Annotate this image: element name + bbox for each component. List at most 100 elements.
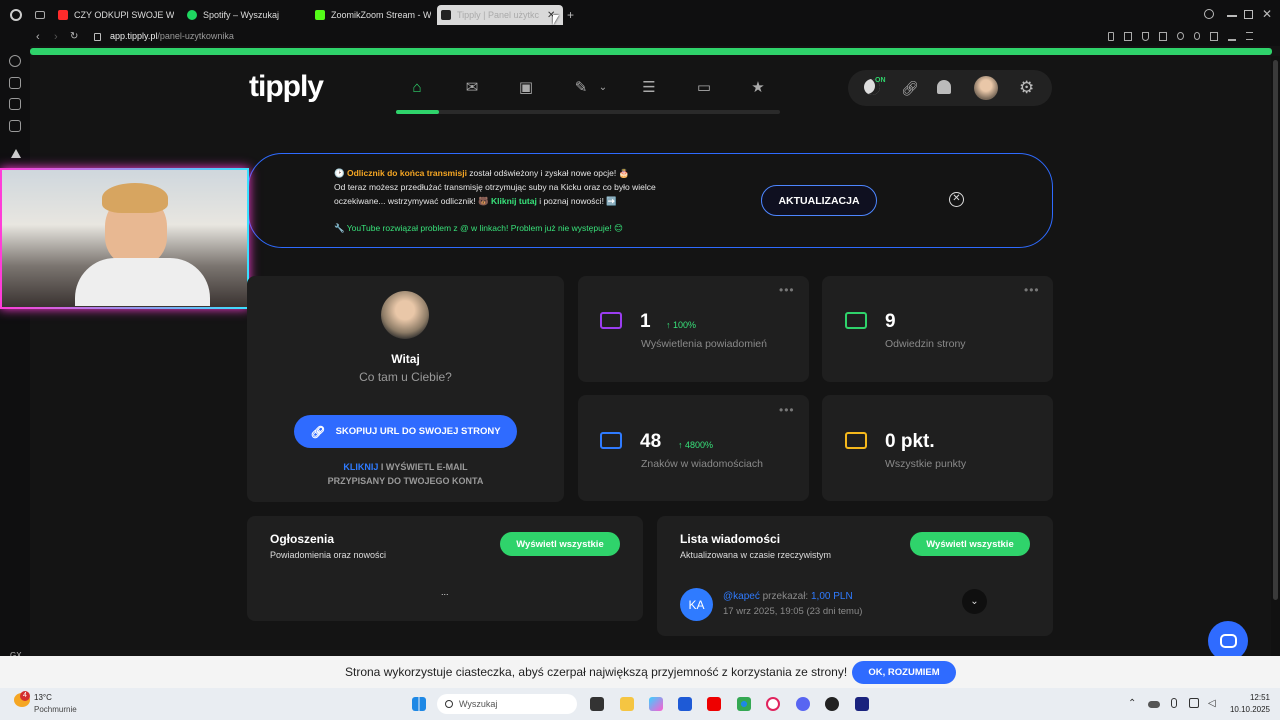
onedrive-icon[interactable] bbox=[1148, 701, 1160, 708]
chat-icon bbox=[845, 312, 867, 329]
browser-sidebar: GX ··· bbox=[0, 46, 30, 688]
banner-line-1-text: został odświeżony i zyskał nowe opcje! 🎂 bbox=[466, 168, 630, 178]
more-options-icon[interactable]: ••• bbox=[779, 403, 795, 417]
cookie-accept-button[interactable]: OK, ROZUMIEM bbox=[852, 661, 956, 684]
network-icon[interactable] bbox=[1189, 698, 1199, 708]
mic-icon[interactable] bbox=[1171, 698, 1177, 708]
stat-value: 9 bbox=[885, 311, 896, 332]
weather-desc: Pochmurnie bbox=[34, 705, 77, 714]
url-host: app.tipply.pl bbox=[110, 31, 158, 41]
banner-link[interactable]: Kliknij tutaj bbox=[491, 196, 537, 206]
chevron-down-icon[interactable]: ⌄ bbox=[594, 80, 612, 96]
tipply-logo[interactable]: tipply bbox=[249, 70, 324, 104]
close-window-icon[interactable]: ✕ bbox=[1262, 7, 1272, 21]
stat-delta: ↑ 4800% bbox=[678, 440, 714, 450]
more-options-icon[interactable]: ••• bbox=[1024, 283, 1040, 297]
archive-icon[interactable]: ▣ bbox=[517, 80, 535, 96]
windows-start-icon[interactable] bbox=[412, 697, 426, 711]
explorer-icon[interactable] bbox=[620, 697, 634, 711]
new-tab-icon[interactable]: + bbox=[567, 8, 574, 22]
banner-line-3-end: i poznaj nowości! ➡️ bbox=[536, 196, 617, 206]
toggle-on-label: ON bbox=[875, 77, 886, 84]
stat-delta: ↑ 100% bbox=[666, 320, 697, 330]
tab-label: ZoomikZoom Stream - W bbox=[331, 10, 431, 20]
history-icon[interactable] bbox=[9, 55, 21, 67]
shield-icon[interactable] bbox=[1141, 32, 1149, 41]
stat-value: 48 bbox=[640, 431, 662, 452]
minimize-icon[interactable] bbox=[1227, 15, 1237, 17]
tab-spotify[interactable]: Spotify – Wyszukaj bbox=[183, 5, 303, 25]
music-icon[interactable] bbox=[9, 120, 21, 132]
window-icon[interactable]: ▭ bbox=[695, 80, 713, 96]
download-icon[interactable] bbox=[1228, 32, 1236, 41]
volume-icon[interactable]: ◁ bbox=[1208, 698, 1216, 709]
clock-date[interactable]: 10.10.2025 bbox=[1226, 705, 1270, 714]
show-all-messages-button[interactable]: Wyświetl wszystkie bbox=[910, 532, 1030, 556]
store-icon[interactable] bbox=[678, 697, 692, 711]
app-icon[interactable] bbox=[855, 697, 869, 711]
heart-icon[interactable] bbox=[1193, 32, 1201, 40]
copy-url-button[interactable]: 🔗︎ SKOPIUJ URL DO SWOJEJ STRONY bbox=[294, 415, 517, 448]
youtube-music-icon[interactable] bbox=[707, 697, 721, 711]
pinboard-icon[interactable] bbox=[9, 77, 21, 89]
discord-icon[interactable] bbox=[796, 697, 810, 711]
tray-chevron-icon[interactable]: ⌃ bbox=[1128, 698, 1136, 709]
extension-icons[interactable] bbox=[1108, 32, 1254, 43]
url-field[interactable]: app.tipply.pl/panel-uzytkownika bbox=[110, 31, 234, 41]
banner-line-3-text: oczekiwane... wstrzymywać odlicznik! 🐻 bbox=[334, 196, 489, 206]
tab-label: CZY ODKUPI SWOJE WIN bbox=[74, 10, 174, 20]
opera-gx-icon[interactable] bbox=[766, 697, 780, 711]
email-hint-link[interactable]: KLIKNIJ bbox=[343, 462, 378, 472]
chrome-icon[interactable] bbox=[737, 697, 751, 711]
tab-tipply[interactable]: Tipply | Panel użytkc bbox=[437, 5, 563, 25]
pin-icon[interactable] bbox=[1108, 32, 1115, 41]
expand-message-button[interactable]: ⌄ bbox=[962, 589, 987, 614]
maximize-icon[interactable] bbox=[1244, 10, 1253, 19]
taskbar-search[interactable]: Wyszukaj bbox=[437, 694, 577, 714]
gear-icon[interactable]: ⚙ bbox=[1019, 78, 1034, 98]
menu-icon[interactable] bbox=[1245, 32, 1254, 40]
layers-icon[interactable]: ☰ bbox=[640, 80, 658, 96]
mouse-cursor bbox=[553, 15, 559, 25]
tab-label: Spotify – Wyszukaj bbox=[203, 10, 279, 20]
warning-icon[interactable] bbox=[11, 149, 21, 158]
show-all-announcements-button[interactable]: Wyświetl wszystkie bbox=[500, 532, 620, 556]
tipply-icon bbox=[441, 10, 451, 20]
weather-badge: 4 bbox=[20, 691, 30, 701]
forward-icon[interactable]: › bbox=[54, 31, 58, 43]
inbox-icon[interactable]: ✉ bbox=[463, 80, 481, 96]
scrollbar-thumb[interactable] bbox=[1273, 60, 1278, 600]
avatar[interactable] bbox=[974, 76, 998, 100]
edit-icon[interactable]: ✎ bbox=[572, 80, 590, 96]
task-view-icon[interactable] bbox=[590, 697, 604, 711]
more-options-icon[interactable]: ••• bbox=[779, 283, 795, 297]
flow-icon[interactable] bbox=[1176, 32, 1184, 40]
snapshot-icon[interactable] bbox=[1124, 32, 1132, 41]
banner-line-2: Od teraz możesz przedłużać transmisję ot… bbox=[334, 182, 656, 192]
gaming-icon[interactable] bbox=[9, 98, 21, 110]
link-icon[interactable]: 🔗︎ bbox=[901, 80, 919, 97]
bell-icon[interactable] bbox=[937, 80, 951, 94]
webcam-hair bbox=[102, 183, 168, 213]
back-icon[interactable]: ‹ bbox=[36, 31, 40, 43]
obs-icon[interactable] bbox=[825, 697, 839, 711]
close-banner-icon[interactable]: ✕ bbox=[949, 192, 964, 207]
message-user[interactable]: @kapeć bbox=[723, 591, 760, 602]
update-button[interactable]: AKTUALIZACJA bbox=[761, 185, 877, 216]
tab-menu-icon[interactable] bbox=[35, 11, 45, 19]
support-chat-button[interactable] bbox=[1208, 621, 1248, 661]
tab-youtube[interactable]: CZY ODKUPI SWOJE WIN bbox=[54, 5, 174, 25]
copilot-icon[interactable] bbox=[649, 697, 663, 711]
search-tabs-icon[interactable] bbox=[1204, 9, 1214, 19]
translate-icon[interactable] bbox=[1158, 32, 1167, 41]
browser-tab-bar: CZY ODKUPI SWOJE WIN Spotify – Wyszukaj … bbox=[0, 0, 1280, 30]
windows-taskbar bbox=[0, 688, 1280, 720]
easy-setup-icon[interactable] bbox=[1210, 32, 1219, 41]
clock-time[interactable]: 12:51 bbox=[1236, 693, 1270, 702]
reload-icon[interactable]: ↻ bbox=[70, 31, 78, 42]
browser-logo-icon[interactable] bbox=[10, 9, 22, 21]
banner-line-4: 🔧 YouTube rozwiązał problem z @ w linkac… bbox=[334, 223, 624, 233]
star-icon[interactable]: ★ bbox=[749, 80, 767, 96]
tab-kick[interactable]: ZoomikZoom Stream - W bbox=[311, 5, 431, 25]
home-icon[interactable]: ⌂ bbox=[408, 80, 426, 96]
